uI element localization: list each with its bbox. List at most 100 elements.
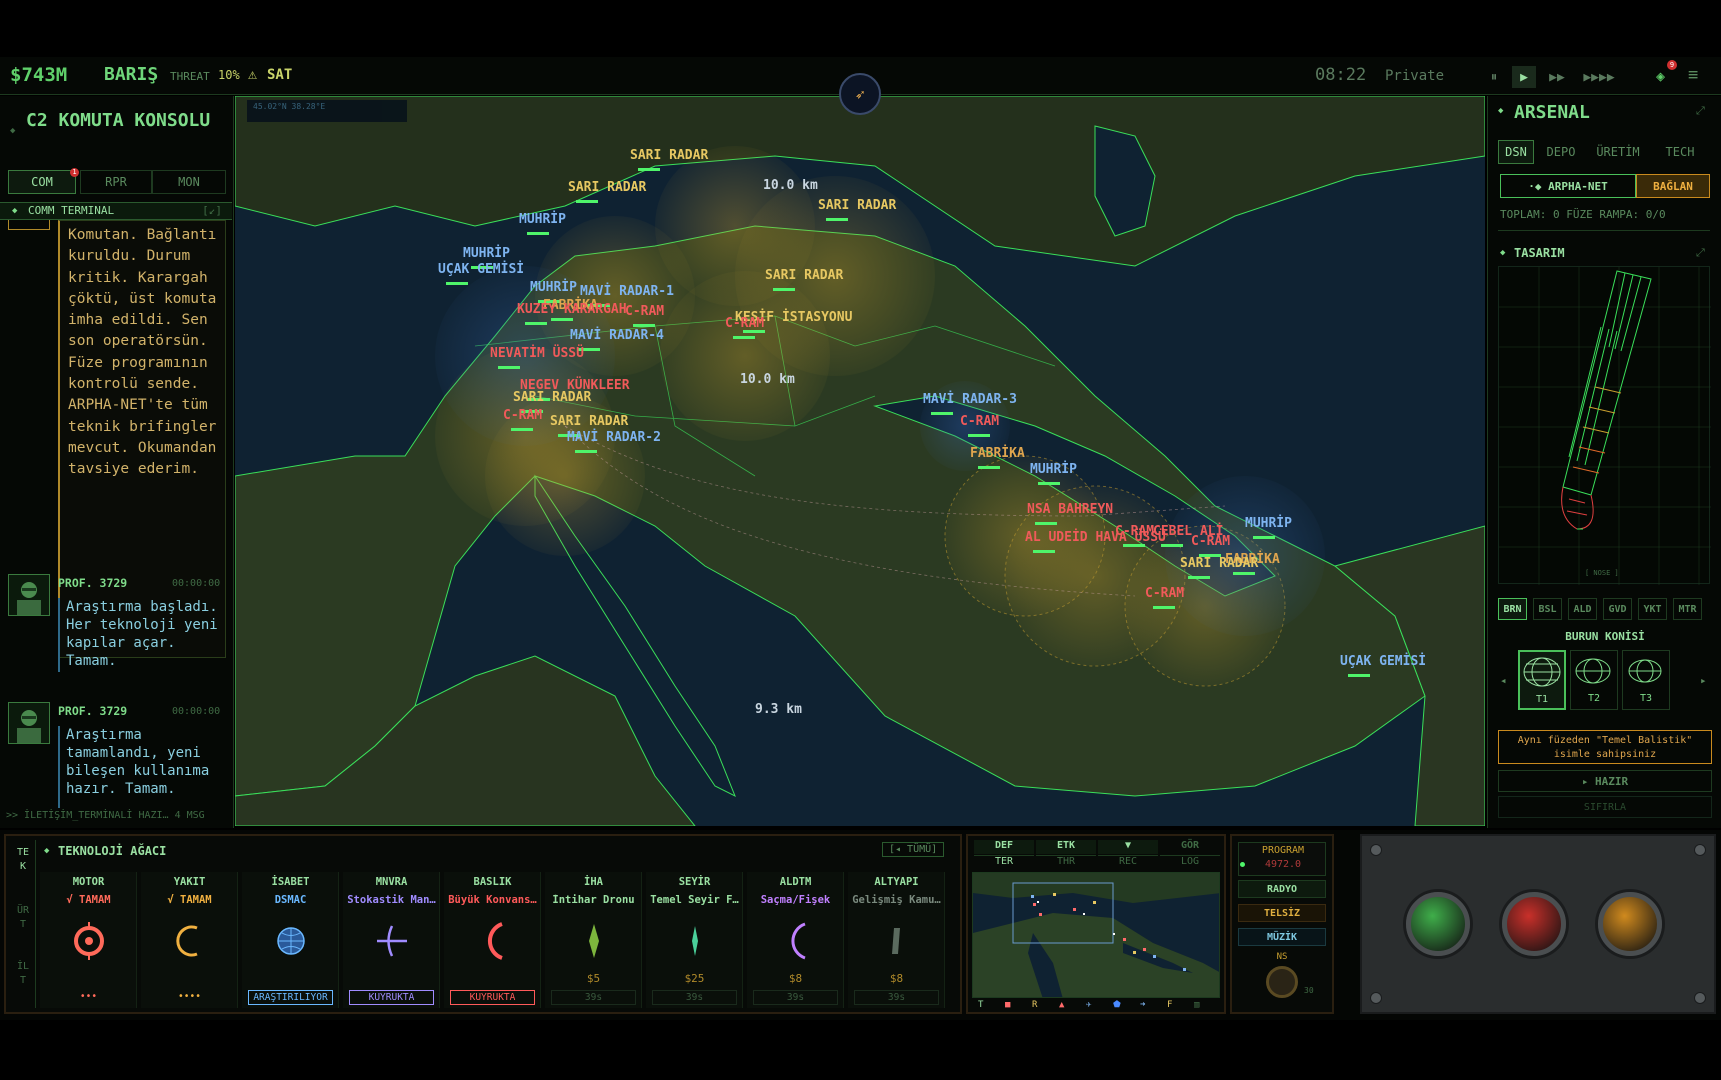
map-label[interactable]: MAVİ RADAR-3: [923, 392, 1017, 407]
fast-forward-button[interactable]: ▶▶: [1542, 66, 1572, 88]
map-label[interactable]: C-RAM: [503, 408, 542, 423]
section-mtr[interactable]: MTR: [1673, 598, 1702, 620]
section-ald[interactable]: ALD: [1568, 598, 1597, 620]
side-tab-tek[interactable]: TEK: [16, 846, 30, 874]
compass-icon[interactable]: ➶: [839, 73, 881, 115]
map-label[interactable]: UÇAK GEMİSİ: [1340, 654, 1426, 669]
tab-depo[interactable]: DEPO: [1538, 140, 1584, 164]
section-gvd[interactable]: GVD: [1603, 598, 1632, 620]
fastest-button[interactable]: ▶▶▶▶: [1576, 66, 1622, 88]
chevron-left-icon[interactable]: ◂: [1500, 674, 1507, 687]
tech-column-seyir[interactable]: SEYİR Temel Seyir F… $25 39s: [646, 872, 743, 1008]
map-label[interactable]: C-RAM: [625, 304, 664, 319]
map-label[interactable]: C-RAM: [960, 414, 999, 429]
tech-column-altyapi[interactable]: ALTYAPI Gelişmiş Kamu… $8 39s: [848, 872, 945, 1008]
minimap-subtab[interactable]: THR: [1036, 855, 1096, 869]
map-label[interactable]: SARI RADAR: [765, 268, 843, 283]
health-bar: [968, 434, 990, 437]
map-label[interactable]: SARI RADAR: [1180, 556, 1258, 571]
section-brn[interactable]: BRN: [1498, 598, 1527, 620]
ready-button[interactable]: ▸ HAZIR: [1498, 770, 1712, 792]
reset-button[interactable]: SIFIRLA: [1498, 796, 1712, 818]
tech-column-aldtm[interactable]: ALDTM Saçma/Fişek $8 39s: [747, 872, 844, 1008]
section-ykt[interactable]: YKT: [1638, 598, 1667, 620]
map-label[interactable]: MAVİ RADAR-1: [580, 284, 674, 299]
red-launch-button[interactable]: [1502, 892, 1566, 956]
expand-icon[interactable]: ⤢: [1696, 246, 1705, 260]
tech-column-motor[interactable]: MOTOR √ TAMAM •••: [40, 872, 137, 1008]
health-bar: [931, 412, 953, 415]
expand-icon[interactable]: ⤢: [1696, 104, 1705, 118]
tech-column-isabet[interactable]: İSABET DSMAC ARAŞTIRILIYOR: [242, 872, 339, 1008]
map-label[interactable]: MUHRİP: [1030, 462, 1077, 477]
telsiz-button[interactable]: TELSİZ: [1238, 904, 1326, 922]
orange-launch-button[interactable]: [1598, 892, 1662, 956]
map-label[interactable]: MUHRİP: [530, 280, 577, 295]
health-bar: [1233, 572, 1255, 575]
side-tab-urt[interactable]: ÜRT: [16, 904, 30, 932]
minimap-tab[interactable]: DEF: [974, 840, 1034, 854]
section-bsl[interactable]: BSL: [1533, 598, 1562, 620]
map-label[interactable]: C-RAM: [1191, 534, 1230, 549]
tab-mon[interactable]: MON: [152, 170, 226, 194]
side-tab-ilt[interactable]: İLT: [16, 960, 30, 988]
map-label[interactable]: 9.3 km: [755, 702, 802, 717]
map-label[interactable]: MAVİ RADAR-4: [570, 328, 664, 343]
map-label[interactable]: NEVATİM ÜSSÜ: [490, 346, 584, 361]
program-value: 4972.0: [1264, 859, 1302, 870]
map-label[interactable]: SARI RADAR: [630, 148, 708, 163]
tab-rpr[interactable]: RPR: [80, 170, 152, 194]
tactical-map[interactable]: 45.02°N 38.28°E SARI RADAR SARI RADAR 10.0…: [235, 96, 1485, 826]
map-label[interactable]: MUHRİP: [519, 212, 566, 227]
all-button[interactable]: [◂ TÜMÜ]: [882, 842, 945, 857]
minimap-tab[interactable]: ETK: [1036, 840, 1096, 854]
minimap-subtab[interactable]: REC: [1098, 855, 1158, 869]
tab-dsn[interactable]: DSN: [1498, 140, 1534, 164]
minimap-tab[interactable]: GÖR: [1160, 840, 1220, 854]
map-label[interactable]: SARI RADAR: [818, 198, 896, 213]
tech-column-baslik[interactable]: BASLIK Büyük Konvans… KUYRUKTA: [444, 872, 541, 1008]
sat-indicator[interactable]: SAT: [267, 67, 292, 83]
map-label[interactable]: FABRİKA: [970, 446, 1025, 461]
map-label[interactable]: SARI RADAR: [568, 180, 646, 195]
green-launch-button[interactable]: [1406, 892, 1470, 956]
missile-design-view[interactable]: [ NOSE ]: [1498, 266, 1711, 585]
tier-card-t3[interactable]: T3: [1622, 650, 1670, 710]
map-label[interactable]: MAVİ RADAR-2: [567, 430, 661, 445]
minimap-view[interactable]: [972, 872, 1220, 998]
minimap-subtab[interactable]: TER: [974, 855, 1034, 869]
map-label[interactable]: 10.0 km: [763, 178, 818, 193]
map-label[interactable]: UÇAK GEMİSİ: [438, 262, 524, 277]
alert-icon[interactable]: ◈: [1656, 67, 1665, 85]
tab-uretim[interactable]: ÜRETİM: [1588, 140, 1648, 164]
play-button[interactable]: ▶: [1512, 66, 1536, 88]
tier-card-t1[interactable]: T1: [1518, 650, 1566, 710]
menu-icon[interactable]: ≡: [1688, 65, 1698, 85]
volume-dial[interactable]: [1266, 966, 1298, 998]
radio-button[interactable]: RADYO: [1238, 880, 1326, 898]
map-label[interactable]: SARI RADAR: [550, 414, 628, 429]
tech-column-iha[interactable]: İHA İntihar Dronu $5 39s: [545, 872, 642, 1008]
map-label[interactable]: NSA BAHREYN: [1027, 502, 1113, 517]
minimap-tab[interactable]: ▼: [1098, 840, 1158, 854]
pause-button[interactable]: ⏸: [1483, 66, 1505, 88]
arpha-net-button[interactable]: ·◆ ARPHA-NET: [1500, 174, 1636, 198]
chevron-right-icon[interactable]: ▸: [1700, 674, 1707, 687]
tab-tech[interactable]: TECH: [1652, 140, 1708, 164]
tech-column-yakit[interactable]: YAKIT √ TAMAM ••••: [141, 872, 238, 1008]
tier-card-t2[interactable]: T2: [1570, 650, 1618, 710]
music-button[interactable]: MÜZİK: [1238, 928, 1326, 946]
map-label[interactable]: 10.0 km: [740, 372, 795, 387]
map-label[interactable]: MUHRİP: [1245, 516, 1292, 531]
expand-icon[interactable]: [↙]: [202, 203, 222, 219]
map-label[interactable]: C-RAM: [725, 316, 764, 331]
map-label[interactable]: SARI RADAR: [513, 390, 591, 405]
map-label[interactable]: C-RAM: [1145, 586, 1184, 601]
map-label[interactable]: MUHRİP: [463, 246, 510, 261]
tab-com[interactable]: COM: [8, 170, 76, 194]
minimap-subtab[interactable]: LOG: [1160, 855, 1220, 869]
map-label[interactable]: C-RAM: [1115, 524, 1154, 539]
map-label[interactable]: KUZEY KARARGAH: [517, 302, 627, 317]
connect-button[interactable]: BAĞLAN: [1636, 174, 1710, 198]
tech-column-mnvra[interactable]: MNVRA Stokastik Man… KUYRUKTA: [343, 872, 440, 1008]
